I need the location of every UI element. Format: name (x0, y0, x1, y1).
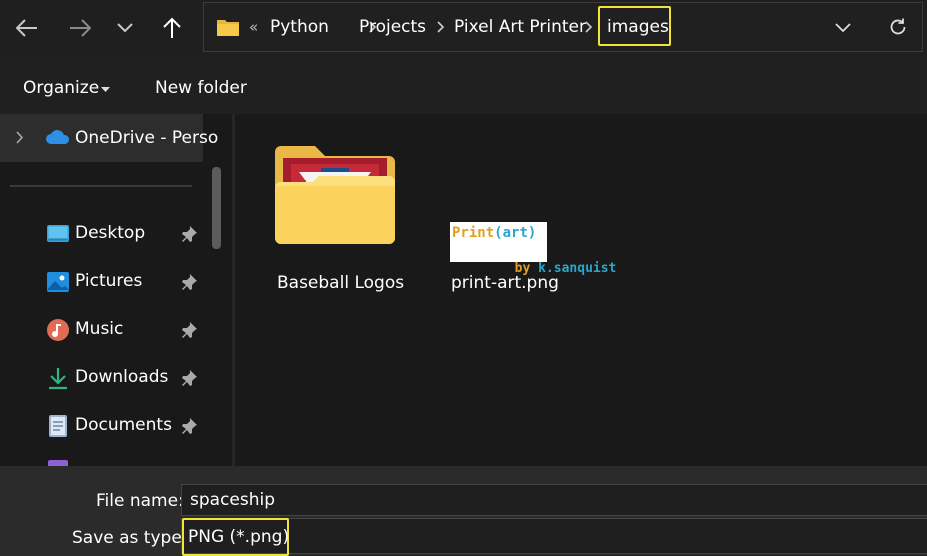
command-bar: Organize New folder (0, 62, 927, 114)
chevron-right-icon[interactable] (16, 131, 24, 144)
sidebar-item-documents[interactable]: Documents (0, 405, 205, 449)
arrow-left-icon (16, 19, 37, 37)
sidebar-item-pictures[interactable]: Pictures (0, 261, 205, 305)
navigation-pane: OneDrive - Perso Desktop Pictures Music (0, 114, 232, 466)
pin-icon[interactable] (180, 321, 198, 339)
file-item-folder[interactable]: Baseball Logos (265, 142, 405, 302)
breadcrumb-images[interactable]: images (607, 17, 669, 37)
downloads-icon (49, 368, 67, 390)
up-button[interactable] (154, 10, 190, 46)
pin-icon[interactable] (180, 273, 198, 291)
divider (10, 185, 192, 187)
chevron-right-icon[interactable] (437, 21, 445, 33)
onedrive-cloud-icon (46, 130, 70, 144)
address-bar[interactable]: « Python Projects Pixel Art Printer imag… (203, 2, 923, 52)
sidebar-item-label: Music (75, 319, 124, 339)
file-view: Baseball Logos Print(art) by k.sanquist … (235, 114, 927, 466)
chevron-down-icon (117, 23, 133, 33)
arrow-up-icon (163, 17, 181, 38)
sidebar-item-downloads[interactable]: Downloads (0, 357, 205, 401)
sidebar-item-desktop[interactable]: Desktop (0, 213, 205, 257)
back-button[interactable] (9, 10, 45, 46)
save-as-type-select[interactable]: PNG (*.png) (181, 518, 927, 556)
recent-locations-button[interactable] (107, 10, 143, 46)
address-dropdown-icon[interactable] (835, 23, 851, 33)
thumbnail-text: Print (452, 225, 495, 241)
sidebar-item-label: Downloads (75, 367, 169, 387)
save-panel: File name: Save as type: PNG (*.png) (0, 466, 927, 556)
image-thumbnail: Print(art) by k.sanquist (450, 222, 616, 276)
music-icon (47, 319, 69, 341)
sidebar-item-onedrive[interactable]: OneDrive - Perso (0, 114, 218, 162)
sidebar-item-music[interactable]: Music (0, 309, 205, 353)
refresh-icon[interactable] (888, 17, 908, 37)
folder-icon (275, 146, 395, 244)
navigation-bar: « Python Projects Pixel Art Printer imag… (0, 0, 927, 62)
new-folder-button[interactable]: New folder (155, 78, 247, 98)
breadcrumb-overflow[interactable]: « (249, 18, 258, 36)
file-item-png[interactable]: Print(art) by k.sanquist print-art.png (440, 142, 616, 302)
scrollbar-thumb[interactable] (212, 167, 221, 249)
sidebar-item-label: Pictures (75, 271, 143, 291)
breadcrumb-python[interactable]: Python (270, 17, 329, 37)
breadcrumb-projects[interactable]: Projects (359, 17, 426, 37)
organize-button[interactable]: Organize (23, 78, 99, 98)
save-as-type-label: Save as type: (72, 528, 188, 548)
sidebar-item-label: OneDrive - Perso (75, 128, 219, 148)
sidebar-item-label: Desktop (75, 223, 146, 243)
pin-icon[interactable] (180, 417, 198, 435)
breadcrumb-pixel-art-printer[interactable]: Pixel Art Printer (454, 17, 586, 37)
pin-icon[interactable] (180, 225, 198, 243)
documents-icon (49, 415, 67, 437)
forward-button[interactable] (62, 10, 98, 46)
desktop-icon (47, 225, 69, 242)
caret-down-icon[interactable] (101, 87, 110, 92)
file-name-input[interactable] (181, 484, 927, 516)
sidebar-item-label: Documents (75, 415, 172, 435)
save-as-type-value: PNG (*.png) (188, 527, 290, 547)
chevron-right-icon[interactable] (585, 21, 593, 33)
thumbnail-text: (art) (494, 225, 537, 241)
arrow-right-icon (70, 19, 91, 37)
pin-icon[interactable] (180, 369, 198, 387)
file-name-label: File name: (96, 491, 184, 511)
folder-icon (217, 20, 239, 36)
file-name: print-art.png (451, 273, 559, 293)
file-name: Baseball Logos (277, 273, 405, 293)
pictures-icon (47, 272, 69, 292)
